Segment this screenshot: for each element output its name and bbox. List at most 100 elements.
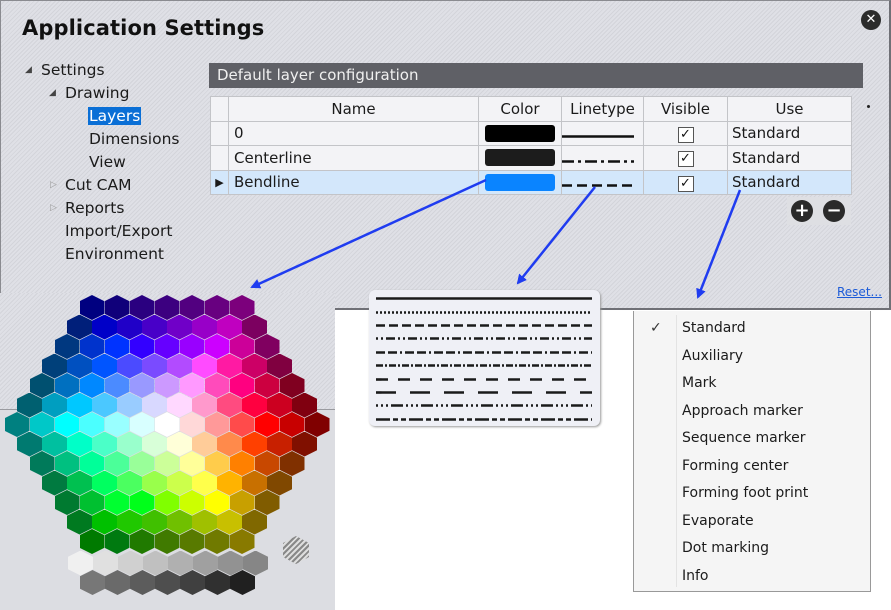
color-hex[interactable] [104,412,130,437]
expanded-arrow-icon[interactable]: ◢ [49,82,56,104]
color-hex[interactable] [167,470,192,496]
color-hex[interactable] [117,431,142,457]
layer-visible-cell[interactable]: ✓ [643,169,728,195]
color-hex[interactable] [54,451,80,476]
color-hex[interactable] [54,412,80,437]
visible-checkbox[interactable]: ✓ [677,126,694,143]
color-hex[interactable] [229,451,255,476]
color-hex[interactable] [29,451,55,476]
color-hex[interactable] [79,451,105,476]
color-hex[interactable] [254,490,280,515]
layer-color-cell[interactable] [478,120,562,146]
color-hex[interactable] [292,431,317,457]
color-hex[interactable] [217,509,242,535]
color-hex[interactable] [42,431,67,457]
color-hex[interactable] [154,490,180,515]
color-hex[interactable] [267,470,292,496]
row-header[interactable] [210,120,229,146]
color-swatch[interactable] [485,173,555,191]
color-hex[interactable] [179,529,205,554]
linetype-sample[interactable] [562,184,634,187]
color-hex[interactable] [154,451,180,476]
menu-item-info[interactable]: Info [634,563,870,591]
menu-item-standard[interactable]: ✓ Standard [634,315,870,343]
tree-item-cut-cam[interactable]: ▷ Cut CAM [45,174,131,196]
color-hex[interactable] [204,529,230,554]
gray-color-hex[interactable] [243,550,268,576]
color-hex[interactable] [192,431,217,457]
color-hex[interactable] [217,431,242,457]
color-hex[interactable] [79,412,105,437]
color-hex[interactable] [17,431,42,457]
layer-use-cell[interactable]: Standard [727,120,852,146]
layer-name-cell[interactable]: Centerline [228,145,479,171]
color-hex[interactable] [204,490,230,515]
color-hex[interactable] [192,509,217,535]
color-hex[interactable] [242,470,267,496]
color-hex[interactable] [129,451,155,476]
collapsed-arrow-icon[interactable]: ▷ [50,174,57,196]
color-hex[interactable] [92,509,117,535]
color-hex[interactable] [179,412,205,437]
layer-name-cell[interactable]: Bendline [228,169,479,195]
tree-item-dimensions[interactable]: Dimensions [89,128,179,150]
close-icon[interactable]: ✕ [861,10,881,30]
color-hex[interactable] [67,470,92,496]
menu-item-forming-center[interactable]: Forming center [634,453,870,481]
linetype-option[interactable] [373,332,595,345]
color-swatch[interactable] [485,149,555,167]
color-hex[interactable] [79,490,105,515]
color-hex[interactable] [154,529,180,554]
minus-circle-icon[interactable]: − [823,200,845,222]
layer-visible-cell[interactable]: ✓ [643,120,728,146]
color-hex[interactable] [79,529,105,554]
color-hex[interactable] [304,412,330,437]
linetype-option[interactable] [373,359,595,372]
color-hex[interactable] [204,412,230,437]
color-hex[interactable] [229,412,255,437]
color-hex[interactable] [179,490,205,515]
color-hex[interactable] [279,451,305,476]
color-hex[interactable] [267,431,292,457]
linetype-option[interactable] [373,292,595,305]
color-hex[interactable] [279,412,305,437]
color-hex[interactable] [129,490,155,515]
color-hex[interactable] [42,470,67,496]
color-hex[interactable] [217,470,242,496]
visible-checkbox[interactable]: ✓ [677,175,694,192]
tree-item-drawing[interactable]: ◢ Drawing [45,82,129,104]
tree-item-settings[interactable]: ◢ Settings [21,59,105,81]
menu-item-auxiliary[interactable]: Auxiliary [634,343,870,371]
layer-linetype-cell[interactable] [561,145,644,171]
color-hex[interactable] [92,470,117,496]
column-header-name[interactable]: Name [228,96,479,122]
reset-link[interactable]: Reset... [837,285,882,299]
color-hex[interactable] [129,529,155,554]
color-hex[interactable] [54,490,80,515]
color-hex[interactable] [129,412,155,437]
column-header-use[interactable]: Use [727,96,852,122]
layer-use-cell[interactable]: Standard [727,145,852,171]
table-row-selected[interactable]: ▶ Bendline ✓ Standard [210,169,852,195]
color-hex[interactable] [142,470,167,496]
visible-checkbox[interactable]: ✓ [677,151,694,168]
color-hex[interactable] [229,529,255,554]
linetype-sample[interactable] [562,135,634,138]
menu-item-mark[interactable]: Mark [634,370,870,398]
linetype-option[interactable] [373,319,595,332]
menu-item-evaporate[interactable]: Evaporate [634,508,870,536]
layer-name-cell[interactable]: 0 [228,120,479,146]
color-hex[interactable] [142,509,167,535]
column-header-linetype[interactable]: Linetype [561,96,644,122]
menu-item-forming-foot-print[interactable]: Forming foot print [634,480,870,508]
layer-linetype-cell[interactable] [561,120,644,146]
color-hex[interactable] [242,431,267,457]
collapsed-arrow-icon[interactable]: ▷ [50,197,57,219]
menu-item-sequence-marker[interactable]: Sequence marker [634,425,870,453]
color-hex[interactable] [29,412,55,437]
color-hex[interactable] [179,451,205,476]
color-hex[interactable] [167,509,192,535]
column-header-visible[interactable]: Visible [643,96,728,122]
color-hex[interactable] [117,509,142,535]
color-hex[interactable] [4,412,30,437]
